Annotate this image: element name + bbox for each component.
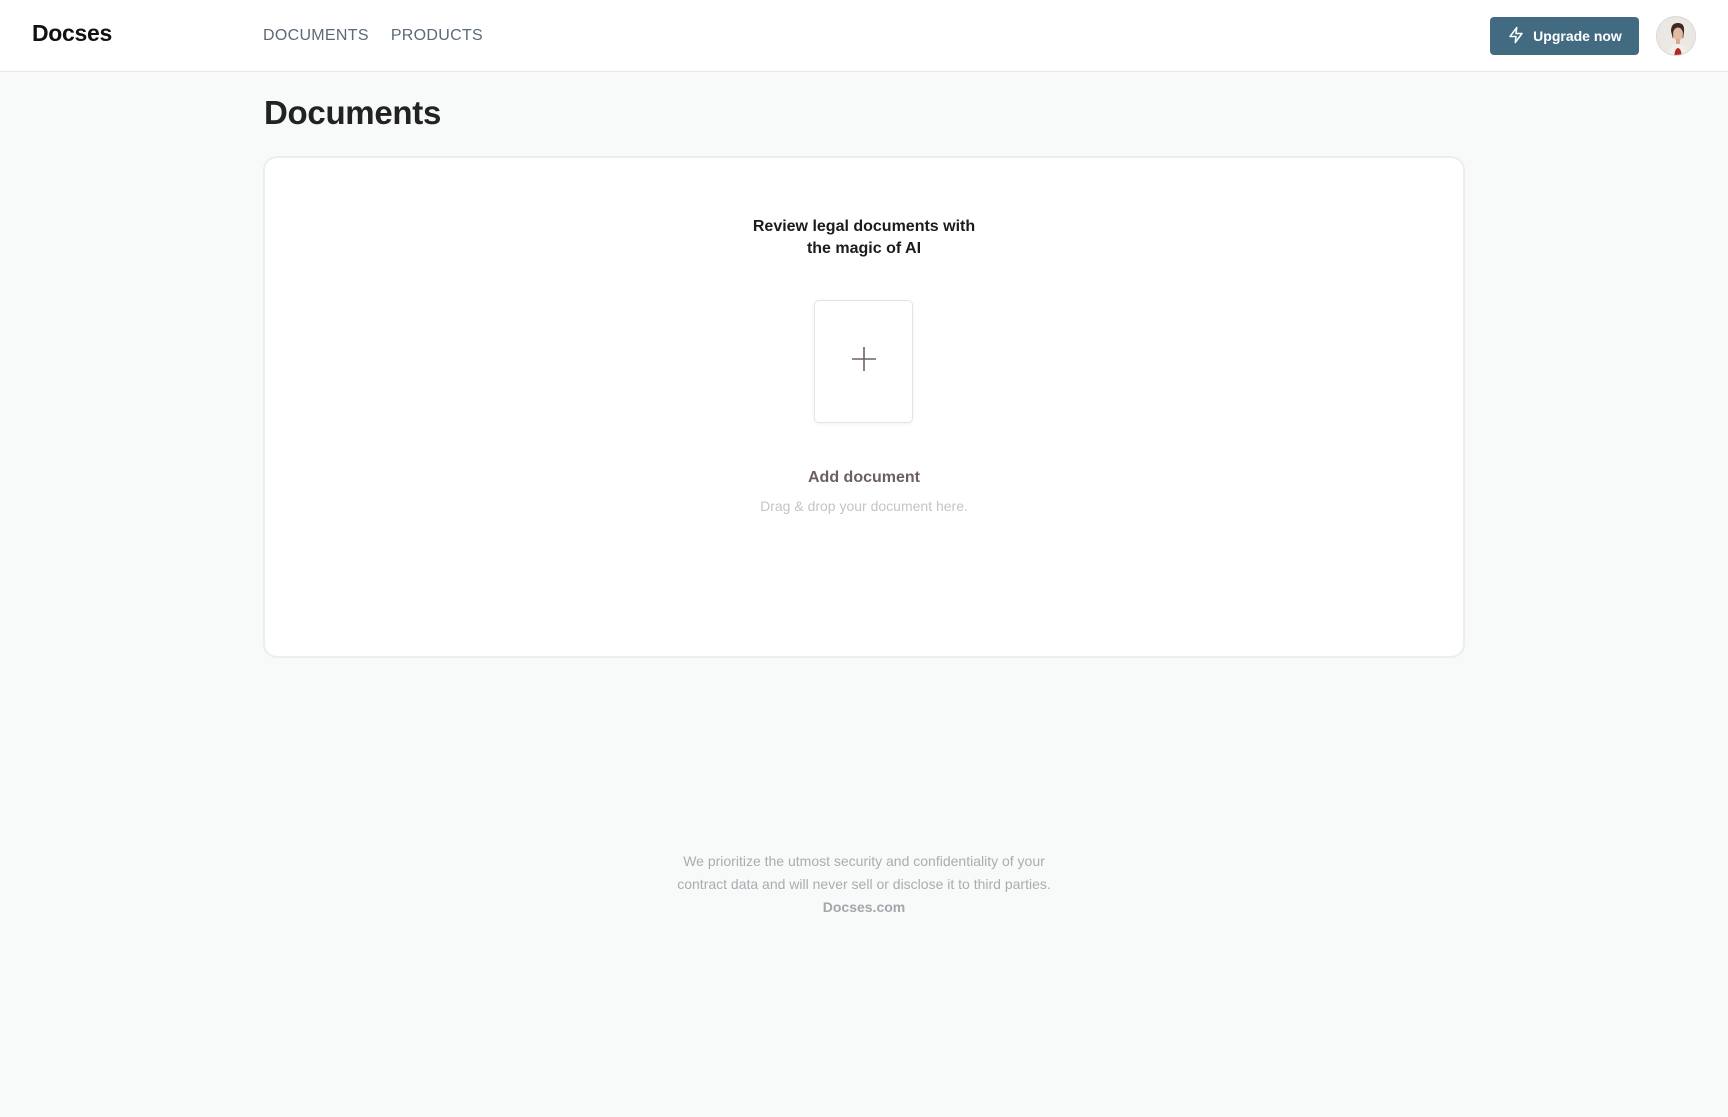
footer-domain: Docses.com <box>822 899 906 915</box>
drop-hint: Drag & drop your document here. <box>760 498 968 514</box>
lightning-bolt-icon <box>1507 26 1525 47</box>
nav-documents[interactable]: DOCUMENTS <box>263 27 369 45</box>
footer: We prioritize the utmost security and co… <box>0 850 1728 919</box>
upgrade-button[interactable]: Upgrade now <box>1490 17 1639 55</box>
user-avatar[interactable] <box>1656 16 1696 56</box>
upload-headline: Review legal documents with the magic of… <box>265 216 1463 260</box>
nav-products[interactable]: PRODUCTS <box>391 27 483 45</box>
page-title: Documents <box>264 94 441 131</box>
top-bar: Docses DOCUMENTS PRODUCTS Upgrade now <box>0 0 1728 72</box>
footer-text-2: contract data and will never sell or dis… <box>677 876 1051 892</box>
add-document-button[interactable] <box>814 300 913 423</box>
plus-icon <box>850 345 878 378</box>
main-nav: DOCUMENTS PRODUCTS <box>263 27 483 45</box>
headline-line-2: the magic of AI <box>806 240 922 257</box>
add-document-label: Add document <box>808 469 920 486</box>
upload-card: Review legal documents with the magic of… <box>263 156 1465 658</box>
headline-line-1: Review legal documents with <box>752 218 976 235</box>
brand-logo[interactable]: Docses <box>32 20 112 47</box>
footer-text-1: We prioritize the utmost security and co… <box>683 853 1045 869</box>
upgrade-label: Upgrade now <box>1533 28 1622 44</box>
